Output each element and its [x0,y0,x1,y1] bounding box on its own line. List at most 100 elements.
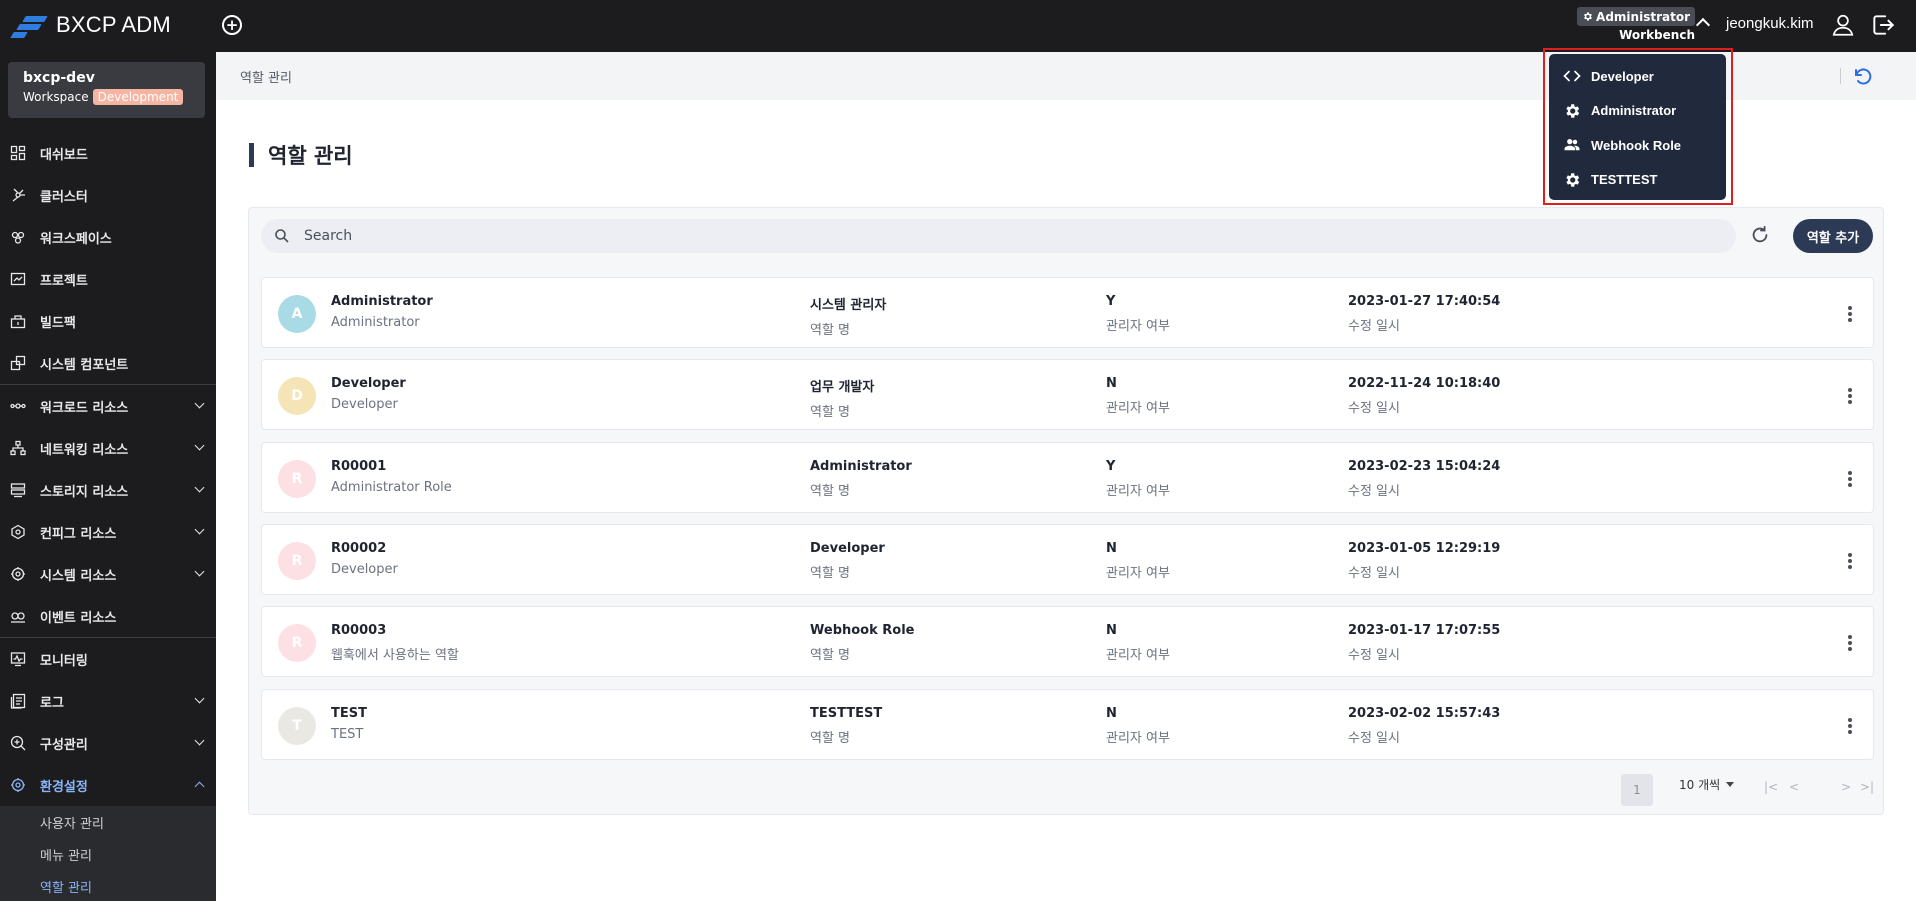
sidebar-item-label: 이벤트 리소스 [40,610,117,626]
sidebar-item-label: 모니터링 [40,653,88,669]
table-row[interactable]: A Administrator Administrator 시스템 관리자 역할 명 Y관… [261,277,1874,348]
chevron-down-icon [194,735,205,746]
modified-date-label: 수정 일시 [1348,319,1400,334]
role-id-sub: Developer [331,397,398,413]
admin-flag-label: 관리자 여부 [1106,565,1170,581]
more-vert-icon[interactable] [1840,716,1860,736]
modified-date: 2023-02-02 15:57:43 [1348,705,1501,721]
role-id: TEST [331,705,367,721]
more-vert-icon[interactable] [1840,633,1860,653]
table-row[interactable]: T TEST TEST TESTTEST 역할 명 N 관리자 여부 2023-02-02 1… [261,688,1874,760]
sidebar-item-event[interactable]: 이벤트 리소스 [0,595,216,637]
app-logo[interactable]: BXCP ADM [10,12,171,38]
gear-icon [1584,12,1592,21]
workspace-card[interactable]: bxcp-dev Workspace Development [8,62,205,118]
project-icon [10,272,26,286]
username[interactable]: jeongkuk.kim [1726,15,1814,32]
table-row[interactable]: R R00002 Developer Developer 역할 명 N 관리자 여부 2023… [261,523,1874,595]
role-name-label: 역할 명 [810,405,851,421]
table-row[interactable]: R R00001 Administrator Role Administrator 역할… [261,441,1874,513]
avatar: R [278,624,316,663]
table-row[interactable]: D Developer Developer 업무 개발자 역할 명 N 관리자 여부 2022… [261,359,1874,431]
chevron-up-icon[interactable] [1695,17,1711,33]
role-switcher[interactable]: Administrator Workbench [1577,7,1695,45]
network-icon [10,440,26,456]
more-vert-icon[interactable] [1840,304,1860,324]
search-input[interactable] [304,219,1704,253]
chevron-down-icon [194,398,205,409]
sidebar-item-label: 워크스페이스 [40,231,112,247]
code-icon [1563,70,1581,82]
sidebar-subitem-user-management[interactable]: 사용자 관리 [0,806,216,838]
role-option-administrator[interactable]: Administrator [1549,94,1726,129]
workspace-icon [11,231,25,244]
sidebar-item-monitoring[interactable]: 모니터링 [0,638,216,680]
sidebar-item-label: 컨피그 리소스 [40,526,117,542]
role-badge[interactable]: Administrator [1577,7,1695,26]
admin-flag: Y [1106,458,1116,474]
role-id-sub: Administrator [331,315,420,330]
sidebar-item-log[interactable]: 로그 [0,680,216,722]
sidebar-subitem-menu-management[interactable]: 메뉴 관리 [0,838,216,870]
sidebar-item-buildpack[interactable]: 빌드팩 [0,300,216,342]
role-id-sub: 웹훅에서 사용하는 역할 [331,648,459,664]
modified-date: 2023-01-17 17:07:55 [1348,623,1501,639]
undo-icon[interactable] [1850,64,1874,88]
page-title-text: 역할 관리 [268,144,353,168]
role-name-label: 역할 명 [810,730,851,746]
more-vert-icon[interactable] [1840,469,1860,489]
search-bar[interactable] [261,219,1736,253]
sidebar-item-workspace[interactable]: 워크스페이스 [0,216,216,258]
settings-icon [11,778,25,792]
sidebar-item-settings[interactable]: 환경설정 [0,764,216,806]
last-page-icon[interactable]: >| [1860,780,1874,794]
monitoring-icon [10,652,26,667]
role-option-label: Administrator [1591,103,1677,119]
next-page-icon[interactable]: > [1841,780,1851,794]
roles-panel: 역할 추가 A Administrator Administrator 시스템 관리자… [248,207,1884,815]
search-icon [275,229,289,243]
role-option-testtest[interactable]: TESTTEST [1549,163,1726,198]
role-name-label: 역할 명 [810,565,851,581]
user-icon[interactable] [1830,12,1856,38]
sidebar-subitem-role-management[interactable]: 역할 관리 [0,870,216,901]
prev-page-icon[interactable]: < [1789,780,1799,794]
sidebar-item-system-resource[interactable]: 시스템 리소스 [0,553,216,595]
sidebar-item-dashboard[interactable]: 대쉬보드 [0,132,216,174]
sidebar-item-config[interactable]: 컨피그 리소스 [0,511,216,553]
sidebar-item-system-component[interactable]: 시스템 컴포넌트 [0,342,216,384]
sidebar-item-storage[interactable]: 스토리지 리소스 [0,469,216,511]
role-name: Developer [810,540,885,556]
role-name: 시스템 관리자 [810,298,887,313]
refresh-icon[interactable] [1749,224,1771,246]
component-icon [10,355,26,371]
role-option-label: Webhook Role [1591,137,1682,153]
more-vert-icon[interactable] [1840,551,1860,571]
people-icon [1564,139,1580,151]
add-icon[interactable]: + [222,15,242,35]
chevron-up-icon [194,781,205,792]
more-vert-icon[interactable] [1840,386,1860,406]
sidebar-item-networking[interactable]: 네트워킹 리소스 [0,427,216,469]
sidebar-item-label: 대쉬보드 [40,147,88,163]
admin-flag: N [1106,376,1117,392]
modified-date: 2022-11-24 10:18:40 [1348,376,1501,392]
sidebar-item-cluster[interactable]: 클러스터 [0,174,216,216]
admin-flag-label: 관리자 여부 [1106,730,1170,746]
sidebar-item-label: 빌드팩 [40,315,76,331]
role-option-webhook-role[interactable]: Webhook Role [1549,128,1726,163]
dashboard-icon [10,145,26,161]
sidebar-item-configuration-management[interactable]: 구성관리 [0,722,216,764]
sidebar-item-project[interactable]: 프로젝트 [0,258,216,300]
sidebar-item-label: 네트워킹 리소스 [40,442,129,458]
current-page[interactable]: 1 [1621,774,1653,806]
table-row[interactable]: R R00003 웹훅에서 사용하는 역할 Webhook Role 역할 명 N 관리자 … [261,606,1874,678]
role-option-developer[interactable]: Developer [1549,59,1726,94]
logout-icon[interactable] [1870,12,1896,38]
avatar: R [278,459,316,498]
first-page-icon[interactable]: |< [1764,780,1778,794]
sidebar-item-workload[interactable]: 워크로드 리소스 [0,385,216,427]
add-role-button[interactable]: 역할 추가 [1793,219,1873,253]
modified-date-label: 수정 일시 [1348,401,1400,417]
per-page-select[interactable]: 10 개씩 [1679,776,1735,793]
